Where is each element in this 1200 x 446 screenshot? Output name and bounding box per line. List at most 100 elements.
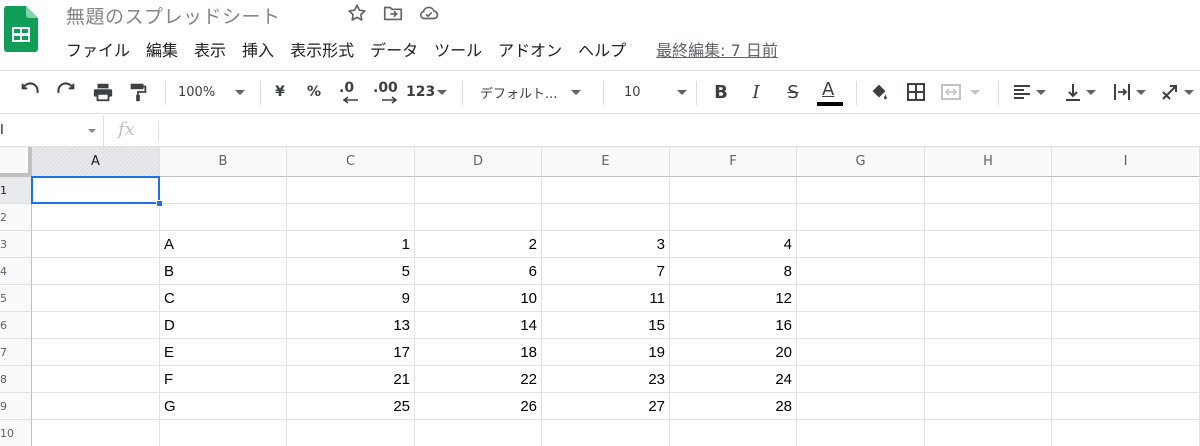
cell-f8[interactable]: 24 — [670, 366, 797, 393]
row-header-6[interactable]: 6 — [0, 312, 32, 339]
name-box[interactable]: I — [0, 115, 104, 147]
cell-a7[interactable] — [32, 339, 160, 366]
cell-g6[interactable] — [797, 312, 925, 339]
row-header-9[interactable]: 9 — [0, 393, 32, 420]
cell-i10[interactable] — [1052, 420, 1200, 446]
cell-b5[interactable]: C — [160, 285, 287, 312]
row-header-5[interactable]: 5 — [0, 285, 32, 312]
cell-f6[interactable]: 16 — [670, 312, 797, 339]
cell-d8[interactable]: 22 — [415, 366, 542, 393]
cell-d2[interactable] — [415, 204, 542, 231]
column-header-b[interactable]: B — [160, 147, 287, 177]
document-title[interactable]: 無題のスプレッドシート — [66, 2, 281, 29]
cell-c4[interactable]: 5 — [287, 258, 415, 285]
cell-b9[interactable]: G — [160, 393, 287, 420]
vertical-align-icon[interactable] — [1064, 71, 1104, 113]
cell-f7[interactable]: 20 — [670, 339, 797, 366]
cell-b6[interactable]: D — [160, 312, 287, 339]
cell-d10[interactable] — [415, 420, 542, 446]
cell-i8[interactable] — [1052, 366, 1200, 393]
cell-c6[interactable]: 13 — [287, 312, 415, 339]
cell-g2[interactable] — [797, 204, 925, 231]
decrease-decimal-button[interactable]: .0 — [334, 71, 364, 113]
cell-b4[interactable]: B — [160, 258, 287, 285]
select-all-corner[interactable] — [0, 147, 32, 177]
row-header-2[interactable]: 2 — [0, 204, 32, 231]
cell-i7[interactable] — [1052, 339, 1200, 366]
sheets-logo[interactable] — [4, 6, 38, 52]
cell-e6[interactable]: 15 — [542, 312, 670, 339]
fill-color-icon[interactable] — [866, 71, 892, 113]
cell-f1[interactable] — [670, 177, 797, 204]
cell-a8[interactable] — [32, 366, 160, 393]
cell-d4[interactable]: 6 — [415, 258, 542, 285]
cell-h6[interactable] — [925, 312, 1052, 339]
row-header-7[interactable]: 7 — [0, 339, 32, 366]
row-header-4[interactable]: 4 — [0, 258, 32, 285]
column-header-g[interactable]: G — [797, 147, 925, 177]
font-family-select[interactable]: デフォルト... — [480, 71, 592, 113]
cell-e8[interactable]: 23 — [542, 366, 670, 393]
cell-a10[interactable] — [32, 420, 160, 446]
cell-a6[interactable] — [32, 312, 160, 339]
cell-h9[interactable] — [925, 393, 1052, 420]
column-header-d[interactable]: D — [415, 147, 542, 177]
cloud-status-icon[interactable] — [418, 2, 440, 24]
cell-e10[interactable] — [542, 420, 670, 446]
formula-input[interactable] — [166, 121, 1186, 141]
menu-insert[interactable]: 挿入 — [242, 37, 274, 61]
cell-c7[interactable]: 17 — [287, 339, 415, 366]
cell-e5[interactable]: 11 — [542, 285, 670, 312]
cell-g4[interactable] — [797, 258, 925, 285]
cell-i2[interactable] — [1052, 204, 1200, 231]
cell-e7[interactable]: 19 — [542, 339, 670, 366]
cell-f5[interactable]: 12 — [670, 285, 797, 312]
menu-view[interactable]: 表示 — [194, 37, 226, 61]
cell-d3[interactable]: 2 — [415, 231, 542, 258]
cell-a4[interactable] — [32, 258, 160, 285]
cell-c2[interactable] — [287, 204, 415, 231]
cell-b10[interactable] — [160, 420, 287, 446]
cell-c9[interactable]: 25 — [287, 393, 415, 420]
column-header-f[interactable]: F — [670, 147, 797, 177]
cell-g7[interactable] — [797, 339, 925, 366]
column-header-a[interactable]: A — [32, 147, 160, 177]
row-header-8[interactable]: 8 — [0, 366, 32, 393]
cell-c5[interactable]: 9 — [287, 285, 415, 312]
cell-a3[interactable] — [32, 231, 160, 258]
menu-edit[interactable]: 編集 — [146, 37, 178, 61]
cell-d9[interactable]: 26 — [415, 393, 542, 420]
cell-g1[interactable] — [797, 177, 925, 204]
cell-g9[interactable] — [797, 393, 925, 420]
menu-format[interactable]: 表示形式 — [290, 37, 354, 61]
cell-f4[interactable]: 8 — [670, 258, 797, 285]
cell-e2[interactable] — [542, 204, 670, 231]
text-rotation-icon[interactable] — [1160, 71, 1200, 113]
cell-h7[interactable] — [925, 339, 1052, 366]
cell-c10[interactable] — [287, 420, 415, 446]
horizontal-align-icon[interactable] — [1012, 71, 1054, 113]
borders-icon[interactable] — [903, 71, 929, 113]
cell-d6[interactable]: 14 — [415, 312, 542, 339]
menu-data[interactable]: データ — [370, 37, 418, 61]
row-header-1[interactable]: 1 — [0, 177, 32, 204]
cell-f3[interactable]: 4 — [670, 231, 797, 258]
cell-c3[interactable]: 1 — [287, 231, 415, 258]
cell-i3[interactable] — [1052, 231, 1200, 258]
menu-addons[interactable]: アドオン — [498, 37, 562, 61]
cell-e9[interactable]: 27 — [542, 393, 670, 420]
menu-help[interactable]: ヘルプ — [578, 37, 626, 61]
font-size-select[interactable]: 10 — [624, 71, 690, 113]
cell-g5[interactable] — [797, 285, 925, 312]
cell-h4[interactable] — [925, 258, 1052, 285]
more-formats-select[interactable]: 123 — [406, 71, 452, 113]
text-wrap-icon[interactable] — [1112, 71, 1152, 113]
cell-a5[interactable] — [32, 285, 160, 312]
menu-tools[interactable]: ツール — [434, 37, 482, 61]
cell-h3[interactable] — [925, 231, 1052, 258]
cell-h8[interactable] — [925, 366, 1052, 393]
cell-c1[interactable] — [287, 177, 415, 204]
cell-g3[interactable] — [797, 231, 925, 258]
cell-f9[interactable]: 28 — [670, 393, 797, 420]
cell-b3[interactable]: A — [160, 231, 287, 258]
